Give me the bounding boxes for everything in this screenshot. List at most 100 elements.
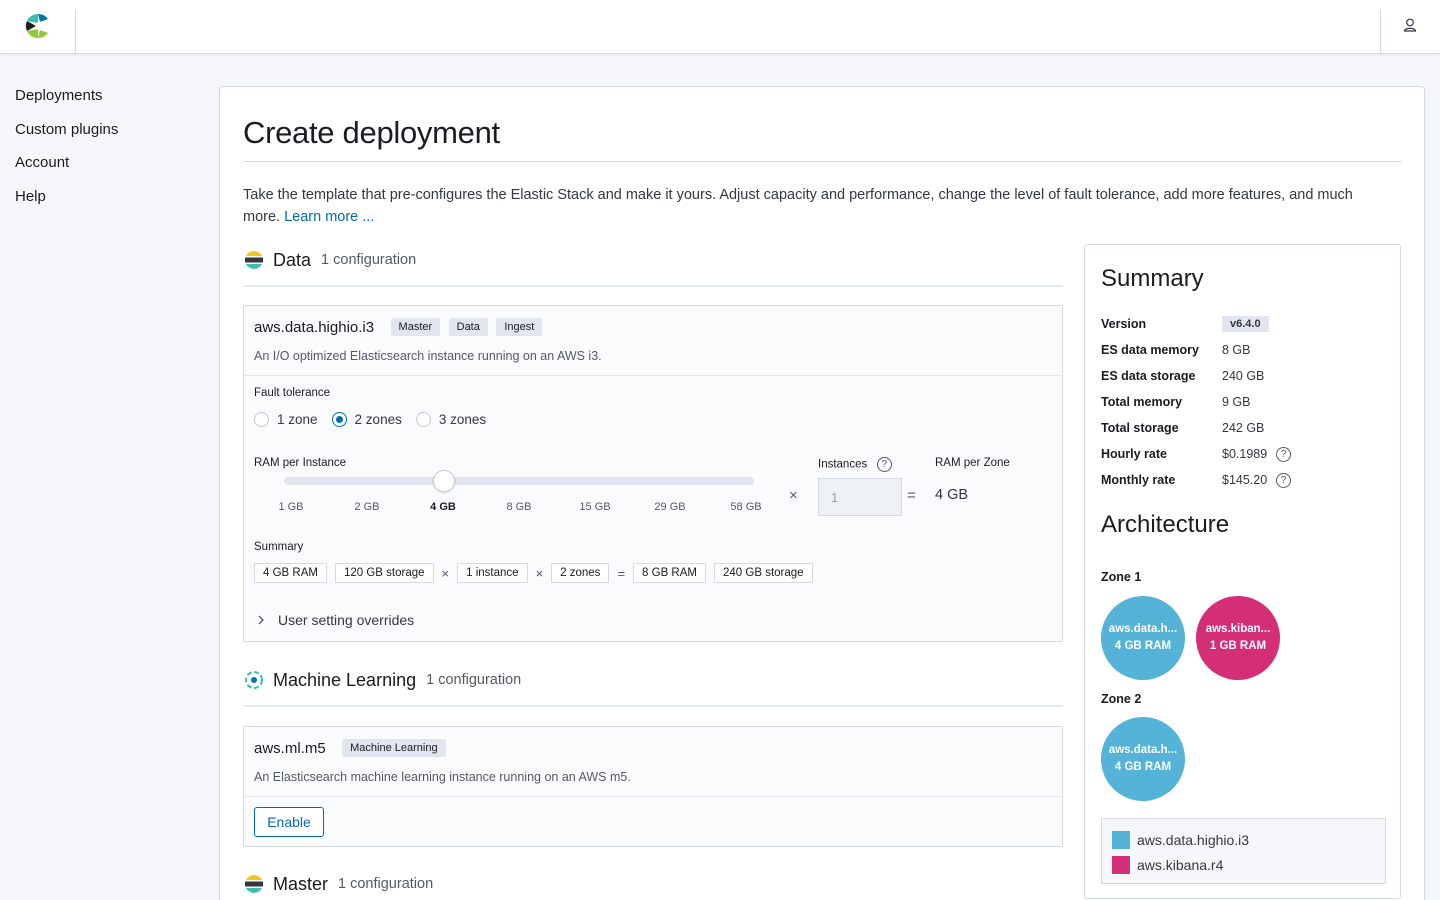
intro-body: Take the template that pre-configures th…: [243, 187, 1353, 225]
zone1-data-node[interactable]: aws.data.h... 4 GB RAM: [1101, 596, 1185, 680]
role-badge-ml: Machine Learning: [342, 739, 446, 757]
section-divider: [243, 705, 1063, 707]
user-icon[interactable]: [1402, 17, 1418, 33]
ram-tick: 29 GB: [654, 501, 686, 513]
user-setting-overrides-toggle[interactable]: User setting overrides: [256, 612, 414, 628]
data-section-title: Data: [273, 249, 312, 270]
summary-chip-zones: 2 zones: [551, 563, 610, 583]
summary-row-hourly-rate: Hourly rate $0.1989 ?: [1101, 441, 1391, 467]
ml-config-card: aws.ml.m5 Machine Learning An Elasticsea…: [243, 726, 1063, 847]
title-divider: [243, 161, 1401, 162]
help-icon[interactable]: ?: [1276, 446, 1292, 462]
instances-input[interactable]: 1: [818, 478, 902, 516]
zone-option-3[interactable]: 3 zones: [415, 412, 486, 427]
fault-tolerance-label: Fault tolerance: [254, 387, 331, 399]
summary-row-total-memory: Total memory 9 GB: [1101, 389, 1391, 415]
instance-name: aws.ml.m5: [254, 740, 326, 757]
summary-list: Version v6.4.0 ES data memory 8 GB ES data…: [1101, 311, 1391, 493]
summary-value: $145.20: [1222, 473, 1268, 487]
summary-title: Summary: [1101, 265, 1204, 292]
ram-per-zone-label: RAM per Zone: [935, 457, 1010, 469]
summary-key: Monthly rate: [1101, 473, 1176, 487]
ram-tick: 58 GB: [730, 501, 762, 513]
master-section-subtitle: 1 configuration: [338, 876, 434, 892]
node-name: aws.data.h...: [1108, 744, 1178, 756]
sidebar-nav: Deployments Custom plugins Account Help: [15, 86, 205, 220]
learn-more-link[interactable]: Learn more ...: [284, 209, 374, 225]
legend-label: aws.kibana.r4: [1137, 856, 1224, 873]
help-icon[interactable]: ?: [1276, 472, 1292, 488]
sidebar-item-account[interactable]: Account: [15, 153, 205, 187]
summary-key: Hourly rate: [1101, 447, 1167, 461]
ram-per-instance-label: RAM per Instance: [254, 457, 347, 469]
multiply-sign: ×: [441, 565, 450, 581]
instances-label-text: Instances: [818, 458, 868, 471]
chevron-right-icon: [258, 615, 264, 625]
summary-value: 9 GB: [1222, 395, 1251, 409]
topbar-divider: [75, 10, 76, 54]
legend-item-kibana: aws.kibana.r4: [1112, 852, 1375, 877]
instance-description: An Elasticsearch machine learning instan…: [254, 770, 631, 784]
role-badge-master: Master: [390, 318, 441, 336]
summary-row-monthly-rate: Monthly rate $145.20 ?: [1101, 467, 1391, 493]
summary-value: 242 GB: [1222, 421, 1265, 435]
sidebar-item-deployments[interactable]: Deployments: [15, 86, 205, 120]
role-badge-data: Data: [448, 318, 488, 336]
master-section-title: Master: [273, 873, 329, 894]
summary-chip-storage: 120 GB storage: [334, 563, 434, 583]
summary-chip-ram: 4 GB RAM: [254, 563, 327, 583]
ml-section-title: Machine Learning: [273, 669, 417, 690]
radio-label: 2 zones: [354, 412, 402, 427]
node-ram: 4 GB RAM: [1114, 640, 1172, 652]
machine-learning-icon: [245, 671, 263, 689]
summary-value: 240 GB: [1222, 369, 1265, 383]
role-badge-ingest: Ingest: [496, 318, 543, 336]
summary-row-version: Version v6.4.0: [1101, 311, 1391, 337]
summary-row-es-data-memory: ES data memory 8 GB: [1101, 337, 1391, 363]
equals-sign: =: [617, 565, 626, 581]
elastic-cloud-logo[interactable]: [22, 10, 54, 42]
legend-label: aws.data.highio.i3: [1137, 831, 1250, 848]
instance-name: aws.data.highio.i3: [254, 319, 375, 336]
zone-option-1[interactable]: 1 zone: [254, 412, 318, 427]
node-name: aws.data.h...: [1108, 623, 1178, 635]
page-title: Create deployment: [243, 115, 500, 150]
summary-row-total-storage: Total storage 242 GB: [1101, 415, 1391, 441]
sidebar-item-custom-plugins[interactable]: Custom plugins: [15, 120, 205, 154]
sidebar-item-help[interactable]: Help: [15, 187, 205, 221]
fault-tolerance-radio-group: 1 zone 2 zones 3 zones: [254, 412, 500, 427]
master-section-header: Master 1 configuration: [243, 869, 433, 899]
instance-description: An I/O optimized Elasticsearch instance …: [254, 349, 602, 363]
multiply-sign: ×: [535, 565, 544, 581]
summary-value: 8 GB: [1222, 343, 1251, 357]
help-icon[interactable]: ?: [876, 457, 892, 472]
zone-option-2[interactable]: 2 zones: [331, 412, 402, 427]
enable-ml-button[interactable]: Enable: [254, 807, 324, 837]
topbar-divider: [1380, 10, 1381, 54]
node-name: aws.kiban...: [1205, 623, 1271, 635]
radio-button[interactable]: [254, 412, 269, 427]
architecture-legend: aws.data.highio.i3 aws.kibana.r4: [1101, 818, 1386, 884]
radio-button[interactable]: [415, 412, 431, 427]
legend-swatch: [1112, 830, 1130, 849]
summary-row-es-data-storage: ES data storage 240 GB: [1101, 363, 1391, 389]
radio-button-checked[interactable]: [331, 412, 347, 427]
architecture-title: Architecture: [1101, 511, 1230, 538]
summary-key: ES data storage: [1101, 369, 1196, 383]
node-ram: 4 GB RAM: [1114, 761, 1172, 773]
ram-slider-track[interactable]: [284, 477, 754, 485]
ram-slider-thumb[interactable]: [433, 470, 455, 492]
card-header: aws.ml.m5 Machine Learning An Elasticsea…: [244, 727, 1062, 797]
ram-per-zone-value: 4 GB: [935, 487, 969, 503]
zone1-kibana-node[interactable]: aws.kiban... 1 GB RAM: [1196, 596, 1280, 680]
overrides-label: User setting overrides: [278, 612, 415, 628]
top-bar: [0, 0, 1440, 54]
card-header: aws.data.highio.i3 Master Data Ingest An…: [244, 306, 1062, 376]
radio-label: 1 zone: [277, 412, 318, 427]
summary-label: Summary: [254, 541, 304, 553]
zone2-data-node[interactable]: aws.data.h... 4 GB RAM: [1101, 717, 1185, 801]
summary-chip-instances: 1 instance: [457, 563, 528, 583]
ram-tick: 2 GB: [354, 501, 380, 513]
elasticsearch-icon: [245, 251, 263, 269]
ram-tick-selected: 4 GB: [430, 501, 456, 513]
